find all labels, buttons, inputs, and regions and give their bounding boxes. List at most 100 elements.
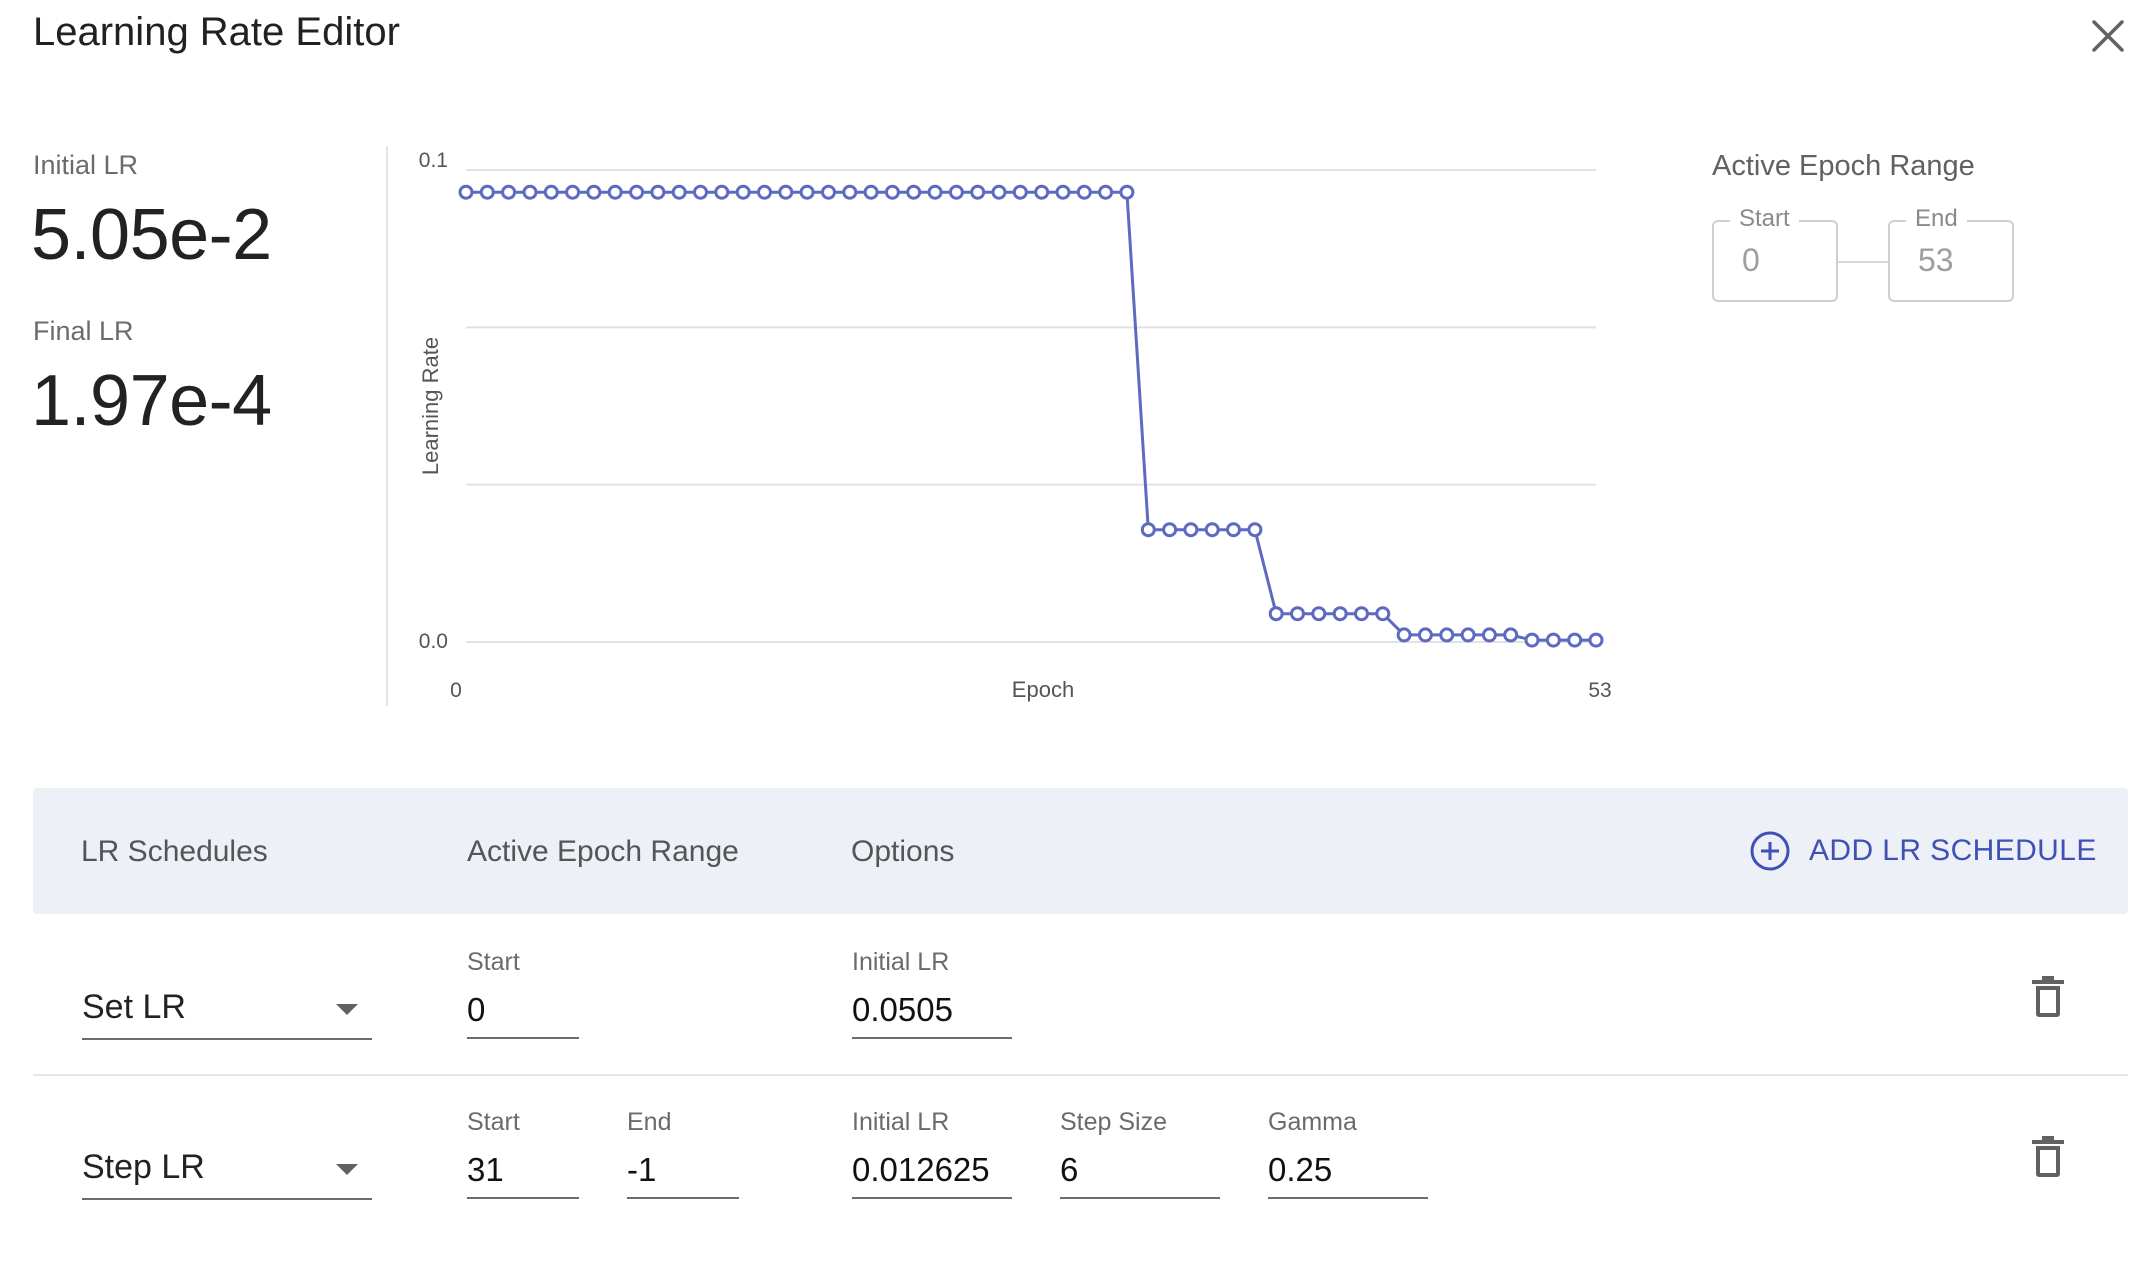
initial-lr-field[interactable]: Initial LR 0.0505 xyxy=(852,948,1012,1039)
data-point xyxy=(1012,184,1028,200)
step-size-label: Step Size xyxy=(1060,1108,1168,1136)
data-point xyxy=(522,184,538,200)
start-field[interactable]: Start 0 xyxy=(467,948,579,1039)
data-point xyxy=(1290,606,1305,622)
range-connector xyxy=(1838,261,1888,263)
dropdown-arrow-icon xyxy=(336,1004,358,1015)
initial-lr-input[interactable]: 0.0505 xyxy=(852,991,1012,1039)
add-circle-icon xyxy=(1750,831,1790,871)
x-tick-label: 53 xyxy=(1588,679,1611,702)
data-point xyxy=(821,184,836,200)
data-point xyxy=(543,184,559,200)
start-input[interactable]: 0 xyxy=(467,991,579,1039)
data-point xyxy=(714,184,730,200)
data-point xyxy=(757,184,772,200)
end-label: End xyxy=(627,1108,672,1136)
data-point xyxy=(778,184,794,200)
add-lr-schedule-label: ADD LR SCHEDULE xyxy=(1809,834,2097,867)
data-point xyxy=(927,184,943,200)
start-label: Start xyxy=(467,948,520,976)
schedule-type-select[interactable]: Set LR xyxy=(82,978,372,1040)
data-point xyxy=(1503,627,1519,643)
start-label: Start xyxy=(467,1108,520,1136)
data-point xyxy=(1439,627,1455,643)
data-point xyxy=(799,184,815,200)
schedule-type-value: Set LR xyxy=(82,988,186,1026)
range-start-field: Start 0 xyxy=(1712,205,1838,302)
y-tick-label: 0.0 xyxy=(419,630,448,653)
data-point xyxy=(458,184,474,200)
data-point xyxy=(1226,522,1241,538)
data-point xyxy=(884,184,900,200)
final-lr-value: 1.97e-4 xyxy=(31,361,272,441)
range-end-value: 53 xyxy=(1918,242,1954,278)
start-field[interactable]: Start 31 xyxy=(467,1108,579,1199)
col-active-epoch-range: Active Epoch Range xyxy=(467,835,739,868)
data-point xyxy=(948,184,964,200)
data-point xyxy=(1545,632,1561,648)
initial-lr-input[interactable]: 0.012625 xyxy=(852,1151,1012,1199)
step-size-input[interactable]: 6 xyxy=(1060,1151,1220,1199)
data-point xyxy=(1183,522,1199,538)
data-point xyxy=(1034,184,1050,200)
gamma-field[interactable]: Gamma 0.25 xyxy=(1268,1108,1428,1199)
row-divider xyxy=(33,1074,2128,1076)
data-point xyxy=(1119,184,1135,200)
final-lr-label: Final LR xyxy=(33,316,134,346)
data-point xyxy=(991,184,1007,200)
x-tick-label: 0 xyxy=(450,679,462,702)
data-point xyxy=(970,184,986,200)
schedule-type-select[interactable]: Step LR xyxy=(82,1138,372,1200)
data-point xyxy=(693,184,708,200)
col-options: Options xyxy=(851,835,955,868)
data-point xyxy=(1588,632,1604,648)
end-input[interactable]: -1 xyxy=(627,1151,739,1199)
y-axis-label: Learning Rate xyxy=(418,337,443,475)
data-point xyxy=(1098,184,1114,200)
start-input[interactable]: 31 xyxy=(467,1151,579,1199)
gamma-input[interactable]: 0.25 xyxy=(1268,1151,1428,1199)
y-tick-label: 0.1 xyxy=(419,149,448,172)
end-field[interactable]: End -1 xyxy=(627,1108,739,1199)
delete-icon[interactable] xyxy=(2030,974,2066,1018)
data-point xyxy=(671,184,687,200)
initial-lr-label: Initial LR xyxy=(33,150,139,180)
gamma-label: Gamma xyxy=(1268,1108,1357,1136)
schedule-header-bar: LR Schedules Active Epoch Range Options … xyxy=(33,788,2128,914)
data-point xyxy=(501,184,517,200)
data-point xyxy=(1140,522,1156,538)
stats-divider xyxy=(386,146,388,706)
x-axis-label: Epoch xyxy=(1012,677,1074,702)
data-point xyxy=(479,184,495,200)
delete-icon[interactable] xyxy=(2030,1134,2066,1178)
add-lr-schedule-button[interactable]: ADD LR SCHEDULE xyxy=(1739,816,2107,886)
data-point xyxy=(1481,627,1497,643)
data-point xyxy=(586,184,602,200)
range-start-label: Start xyxy=(1730,205,1799,233)
data-point xyxy=(1524,632,1540,648)
data-point xyxy=(906,184,922,200)
lr-series-line xyxy=(466,190,1596,642)
data-point xyxy=(1375,606,1391,622)
step-size-field[interactable]: Step Size 6 xyxy=(1060,1108,1220,1199)
initial-lr-field-label: Initial LR xyxy=(852,948,950,976)
range-end-label: End xyxy=(1906,205,1967,233)
close-icon[interactable] xyxy=(2086,14,2130,58)
range-end-field: End 53 xyxy=(1888,205,2014,302)
data-point xyxy=(1268,606,1284,622)
data-point xyxy=(1055,184,1071,200)
initial-lr-field[interactable]: Initial LR 0.012625 xyxy=(852,1108,1012,1199)
data-point xyxy=(1354,606,1369,622)
initial-lr-value: 5.05e-2 xyxy=(31,195,272,275)
data-point xyxy=(629,184,645,200)
data-point xyxy=(1396,627,1412,643)
data-point xyxy=(1162,522,1178,538)
data-point xyxy=(650,184,666,200)
lr-chart: 0.1 0.0 0 53 Epoch Learning Rate xyxy=(418,149,1612,702)
col-lr-schedules: LR Schedules xyxy=(81,835,268,868)
data-point xyxy=(1567,632,1583,648)
dropdown-arrow-icon xyxy=(336,1164,358,1175)
initial-lr-field-label: Initial LR xyxy=(852,1108,950,1136)
data-point xyxy=(735,184,751,200)
range-start-value: 0 xyxy=(1742,242,1760,278)
